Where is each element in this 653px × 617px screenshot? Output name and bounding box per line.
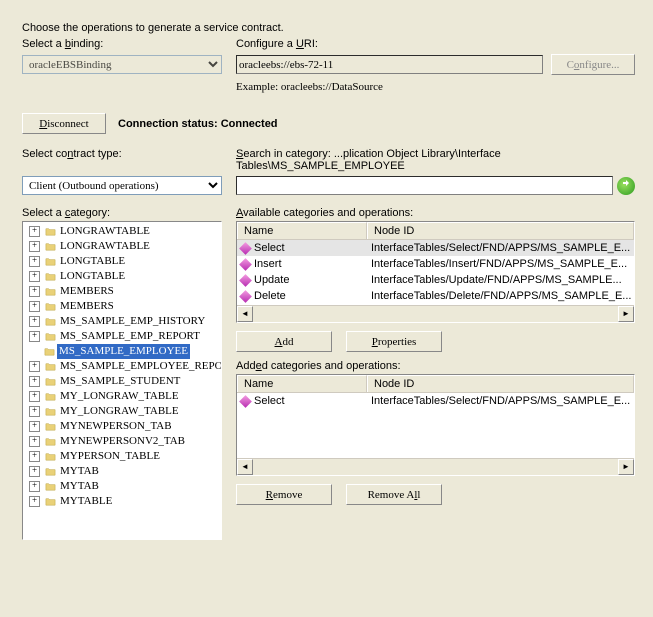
uri-example: Example: oracleebs://DataSource bbox=[236, 81, 635, 93]
expand-icon[interactable]: + bbox=[29, 481, 40, 492]
uri-label: Configure a URI: bbox=[236, 38, 635, 50]
category-tree-node[interactable]: +LONGTABLE bbox=[29, 254, 221, 269]
category-tree-node[interactable]: +MY_LONGRAW_TABLE bbox=[29, 404, 221, 419]
added-label: Added categories and operations: bbox=[236, 360, 635, 372]
list-item[interactable]: SelectInterfaceTables/Select/FND/APPS/MS… bbox=[237, 240, 634, 256]
remove-all-button[interactable]: Remove All bbox=[346, 484, 442, 505]
expand-icon[interactable]: + bbox=[29, 226, 40, 237]
col-node-header-added[interactable]: Node ID bbox=[367, 375, 634, 392]
expand-icon[interactable]: + bbox=[29, 241, 40, 252]
expand-icon[interactable]: + bbox=[29, 271, 40, 282]
expand-icon[interactable]: + bbox=[29, 406, 40, 417]
expand-icon[interactable]: + bbox=[29, 391, 40, 402]
category-tree-node[interactable]: +MS_SAMPLE_EMP_REPORT bbox=[29, 329, 221, 344]
category-tree-node[interactable]: +MS_SAMPLE_EMPLOYEE_REPORT bbox=[29, 359, 221, 374]
search-go-button[interactable] bbox=[617, 177, 635, 195]
category-tree-node[interactable]: +LONGRAWTABLE bbox=[29, 239, 221, 254]
available-list[interactable]: Name Node ID SelectInterfaceTables/Selec… bbox=[236, 221, 635, 323]
binding-select[interactable]: oracleEBSBinding bbox=[22, 55, 222, 74]
category-tree-node[interactable]: +MYTAB bbox=[29, 464, 221, 479]
expand-icon[interactable]: + bbox=[29, 496, 40, 507]
add-button[interactable]: Add bbox=[236, 331, 332, 352]
contract-type-label: Select contract type: bbox=[22, 148, 222, 172]
category-tree-node[interactable]: +LONGTABLE bbox=[29, 269, 221, 284]
category-tree-node[interactable]: +LONGRAWTABLE bbox=[29, 224, 221, 239]
connection-status-label: Connection status: Connected bbox=[118, 118, 278, 130]
uri-input[interactable] bbox=[236, 55, 543, 74]
list-item[interactable]: SelectInterfaceTables/Select/FND/APPS/MS… bbox=[237, 393, 634, 409]
remove-button[interactable]: Remove bbox=[236, 484, 332, 505]
operation-icon bbox=[239, 242, 252, 255]
category-label: Select a category: bbox=[22, 207, 222, 219]
list-item[interactable]: DeleteInterfaceTables/Delete/FND/APPS/MS… bbox=[237, 288, 634, 304]
scroll-left-icon[interactable]: ◄ bbox=[237, 306, 253, 322]
category-tree-node[interactable]: +MEMBERS bbox=[29, 284, 221, 299]
operation-icon bbox=[239, 395, 252, 408]
scroll-right-icon[interactable]: ► bbox=[618, 306, 634, 322]
search-input[interactable] bbox=[236, 176, 613, 195]
category-tree-node[interactable]: +MYNEWPERSONV2_TAB bbox=[29, 434, 221, 449]
list-item[interactable]: UpdateInterfaceTables/Update/FND/APPS/MS… bbox=[237, 272, 634, 288]
search-label: Search in category: ...plication Object … bbox=[236, 148, 635, 172]
expand-icon[interactable]: + bbox=[29, 301, 40, 312]
expand-icon[interactable]: + bbox=[29, 361, 40, 372]
added-list[interactable]: Name Node ID SelectInterfaceTables/Selec… bbox=[236, 374, 635, 476]
category-tree-node[interactable]: +MY_LONGRAW_TABLE bbox=[29, 389, 221, 404]
expand-icon[interactable]: + bbox=[29, 331, 40, 342]
expand-icon[interactable]: + bbox=[29, 316, 40, 327]
properties-button[interactable]: Properties bbox=[346, 331, 442, 352]
expand-icon[interactable]: + bbox=[29, 436, 40, 447]
disconnect-button[interactable]: Disconnect bbox=[22, 113, 106, 134]
operation-icon bbox=[239, 274, 252, 287]
category-tree-node[interactable]: MS_SAMPLE_EMPLOYEE bbox=[44, 344, 221, 359]
expand-icon[interactable]: + bbox=[29, 466, 40, 477]
scroll-left-icon[interactable]: ◄ bbox=[237, 459, 253, 475]
operation-icon bbox=[239, 290, 252, 303]
scroll-right-icon[interactable]: ► bbox=[618, 459, 634, 475]
expand-icon[interactable]: + bbox=[29, 451, 40, 462]
category-tree-node[interactable]: +MYPERSON_TABLE bbox=[29, 449, 221, 464]
expand-icon[interactable]: + bbox=[29, 376, 40, 387]
binding-label: Select a binding: bbox=[22, 38, 222, 50]
expand-icon[interactable]: + bbox=[29, 286, 40, 297]
col-node-header[interactable]: Node ID bbox=[367, 222, 634, 239]
intro-text: Choose the operations to generate a serv… bbox=[22, 22, 635, 34]
category-tree-node[interactable]: +MYNEWPERSON_TAB bbox=[29, 419, 221, 434]
contract-type-select[interactable]: Client (Outbound operations) bbox=[22, 176, 222, 195]
expand-icon[interactable]: + bbox=[29, 421, 40, 432]
configure-button[interactable]: Configure... bbox=[551, 54, 635, 75]
category-tree-node[interactable]: +MYTABLE bbox=[29, 494, 221, 509]
category-tree-node[interactable]: +MS_SAMPLE_STUDENT bbox=[29, 374, 221, 389]
category-tree-node[interactable]: +MS_SAMPLE_EMP_HISTORY bbox=[29, 314, 221, 329]
operation-icon bbox=[239, 258, 252, 271]
col-name-header-added[interactable]: Name bbox=[237, 375, 367, 392]
available-label: Available categories and operations: bbox=[236, 207, 635, 219]
category-tree-node[interactable]: +MYTAB bbox=[29, 479, 221, 494]
col-name-header[interactable]: Name bbox=[237, 222, 367, 239]
list-item[interactable]: InsertInterfaceTables/Insert/FND/APPS/MS… bbox=[237, 256, 634, 272]
expand-icon[interactable]: + bbox=[29, 256, 40, 267]
category-tree-node[interactable]: +MEMBERS bbox=[29, 299, 221, 314]
category-tree[interactable]: +LONGRAWTABLE+LONGRAWTABLE+LONGTABLE+LON… bbox=[22, 221, 222, 540]
